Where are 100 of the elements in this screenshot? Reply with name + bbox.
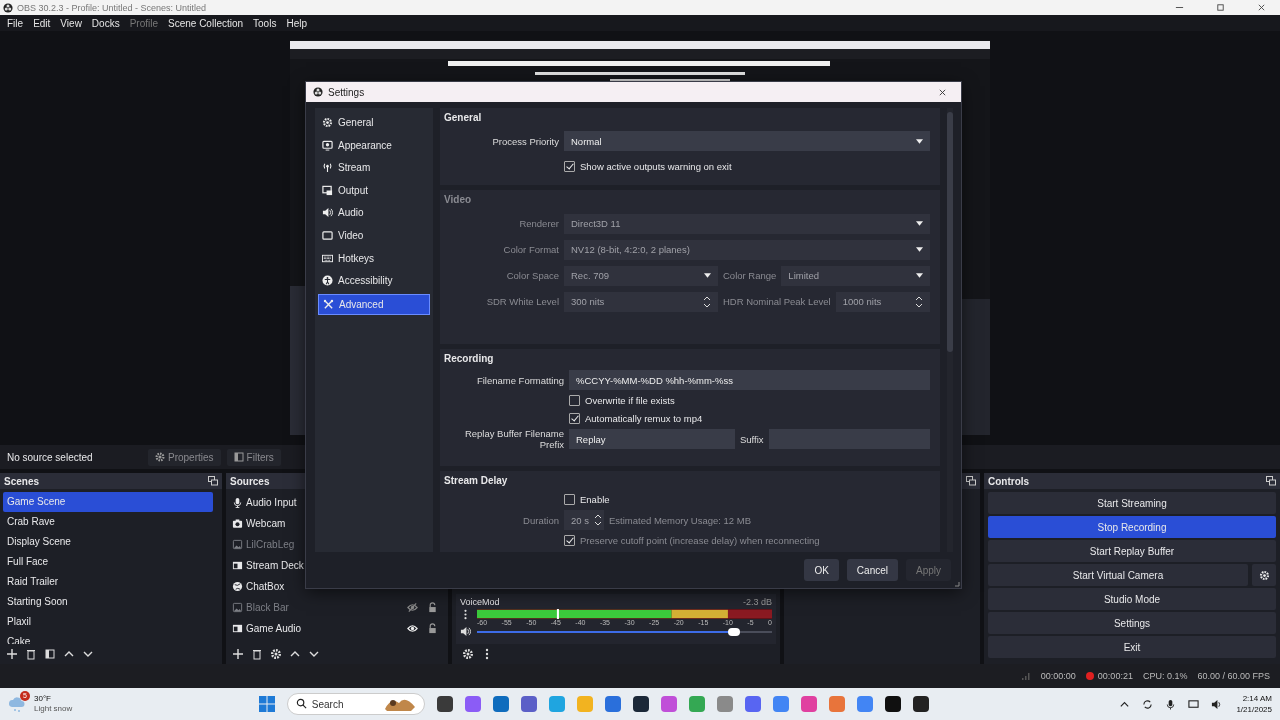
- menu-item[interactable]: Edit: [28, 17, 56, 29]
- eye-slash-icon[interactable]: [407, 602, 418, 613]
- sidebar-item[interactable]: Accessibility: [318, 271, 430, 291]
- gear-icon: [322, 117, 333, 128]
- close-icon[interactable]: [938, 87, 947, 97]
- gear-icon[interactable]: [462, 648, 474, 660]
- menu-item[interactable]: File: [2, 17, 29, 29]
- field-label: Process Priority: [491, 135, 559, 147]
- scene-item[interactable]: Full Face: [3, 552, 213, 572]
- menu-item[interactable]: View: [55, 17, 87, 29]
- logo-icon: [3, 2, 13, 13]
- volume-slider[interactable]: [477, 627, 772, 636]
- input-field[interactable]: Replay: [569, 429, 735, 450]
- microphone-icon[interactable]: [1165, 698, 1177, 710]
- windows-logo-icon[interactable]: [256, 694, 277, 714]
- section-title: Stream Delay: [444, 475, 509, 488]
- resize-grip-icon[interactable]: [954, 581, 960, 587]
- sidebar-item[interactable]: Advanced: [318, 293, 430, 315]
- scene-item[interactable]: Plaxil: [3, 612, 213, 632]
- dialog-button[interactable]: Cancel: [846, 559, 898, 581]
- menu-item[interactable]: Docks: [86, 17, 125, 29]
- checkbox[interactable]: Overwrite if file exists: [569, 395, 675, 407]
- settings-button[interactable]: [1252, 564, 1276, 586]
- control-button[interactable]: Exit: [988, 636, 1276, 658]
- source-item[interactable]: Audio Input: [246, 497, 297, 508]
- caret-icon: [916, 247, 923, 253]
- control-button[interactable]: Start Virtual Camera: [988, 564, 1248, 586]
- speaker-icon[interactable]: [1211, 698, 1223, 710]
- sidebar-item[interactable]: General: [318, 113, 430, 132]
- checkbox[interactable]: Automatically remux to mp4: [569, 413, 703, 425]
- menu-item[interactable]: Scene Collection: [163, 17, 249, 29]
- section-title: Recording: [444, 353, 495, 367]
- control-button[interactable]: Stop Recording: [988, 516, 1276, 538]
- sidebar-item[interactable]: Audio: [318, 203, 430, 223]
- sidebar-item[interactable]: Appearance: [318, 135, 430, 155]
- image-icon: [232, 539, 243, 550]
- panel-title: Controls: [988, 475, 1030, 487]
- section-title: General: [444, 112, 483, 125]
- sidebar-item[interactable]: Output: [318, 180, 430, 200]
- sync-icon[interactable]: [1142, 698, 1154, 710]
- sidebar-item[interactable]: Video: [318, 225, 430, 245]
- scene-item[interactable]: Game Scene: [3, 492, 213, 512]
- field-label: Renderer: [518, 218, 559, 230]
- weather-condition: Light snow: [34, 704, 73, 714]
- stream-time: 00:00:00: [1040, 671, 1076, 681]
- keyboard-icon: [322, 252, 333, 264]
- search-field[interactable]: Search: [286, 693, 425, 715]
- dialog-button[interactable]: OK: [804, 559, 839, 581]
- source-item[interactable]: Webcam: [246, 518, 286, 529]
- add-icon[interactable]: [232, 648, 244, 660]
- lock-icon[interactable]: [427, 602, 438, 613]
- maximize-icon[interactable]: [1216, 3, 1225, 12]
- number-field[interactable]: 20 s: [564, 510, 604, 530]
- field-label: Suffix: [740, 433, 764, 445]
- float-icon[interactable]: [1266, 476, 1276, 486]
- control-button[interactable]: Studio Mode: [988, 588, 1276, 610]
- source-item[interactable]: Stream Deck: [246, 560, 304, 571]
- source-item[interactable]: Game Audio: [246, 623, 302, 634]
- monitor-icon[interactable]: [1188, 698, 1200, 710]
- field-label: Replay Buffer Filename Prefix: [463, 428, 564, 451]
- sidebar-item[interactable]: Hotkeys: [318, 248, 430, 268]
- source-item[interactable]: LilCrabLeg: [246, 539, 295, 550]
- control-button[interactable]: Settings: [988, 612, 1276, 634]
- scene-item[interactable]: Display Scene: [3, 532, 213, 552]
- scene-item[interactable]: Starting Soon: [3, 592, 213, 612]
- clock-time[interactable]: 2:14 AM: [1242, 693, 1272, 704]
- trash-icon[interactable]: [25, 648, 37, 660]
- window-title: OBS 30.2.3 - Profile: Untitled - Scenes: Untitled: [17, 2, 207, 13]
- menu-item[interactable]: Tools: [248, 17, 282, 29]
- trash-icon[interactable]: [251, 648, 263, 660]
- fps-reading: 60.00 / 60.00 FPS: [1197, 671, 1270, 681]
- app-icon[interactable]: [630, 694, 651, 714]
- scene-item[interactable]: Raid Trailer: [3, 572, 213, 592]
- filter-icon[interactable]: [44, 648, 56, 660]
- gear-icon[interactable]: [270, 648, 282, 660]
- lock-icon[interactable]: [427, 623, 438, 634]
- checkbox[interactable]: Enable: [564, 494, 610, 505]
- caret-icon: [916, 273, 923, 279]
- clock-date[interactable]: 1/21/2025: [1236, 704, 1272, 715]
- checkbox[interactable]: Show active outputs warning on exit: [564, 160, 732, 172]
- control-button[interactable]: Start Replay Buffer: [988, 540, 1276, 562]
- control-button[interactable]: Start Streaming: [988, 492, 1276, 514]
- scrollbar-thumb[interactable]: [947, 112, 953, 352]
- float-icon[interactable]: [966, 476, 976, 486]
- source-item[interactable]: ChatBox: [246, 581, 285, 592]
- app-icon[interactable]: [910, 694, 931, 714]
- close-icon[interactable]: [1257, 3, 1266, 12]
- sidebar-item[interactable]: Stream: [318, 158, 430, 178]
- add-icon[interactable]: [6, 648, 18, 660]
- eye-icon[interactable]: [407, 623, 418, 634]
- speaker-icon[interactable]: [460, 626, 471, 637]
- source-item[interactable]: Black Bar: [246, 602, 289, 613]
- float-icon[interactable]: [208, 476, 218, 486]
- app-icon[interactable]: [882, 694, 903, 714]
- app-icon[interactable]: [434, 694, 455, 714]
- dropdown[interactable]: Normal: [564, 131, 930, 151]
- logo-icon: [313, 87, 323, 97]
- input-field[interactable]: %CCYY-%MM-%DD %hh-%mm-%ss: [569, 370, 930, 391]
- menu-item[interactable]: Help: [281, 17, 312, 29]
- scene-item[interactable]: Crab Rave: [3, 512, 213, 532]
